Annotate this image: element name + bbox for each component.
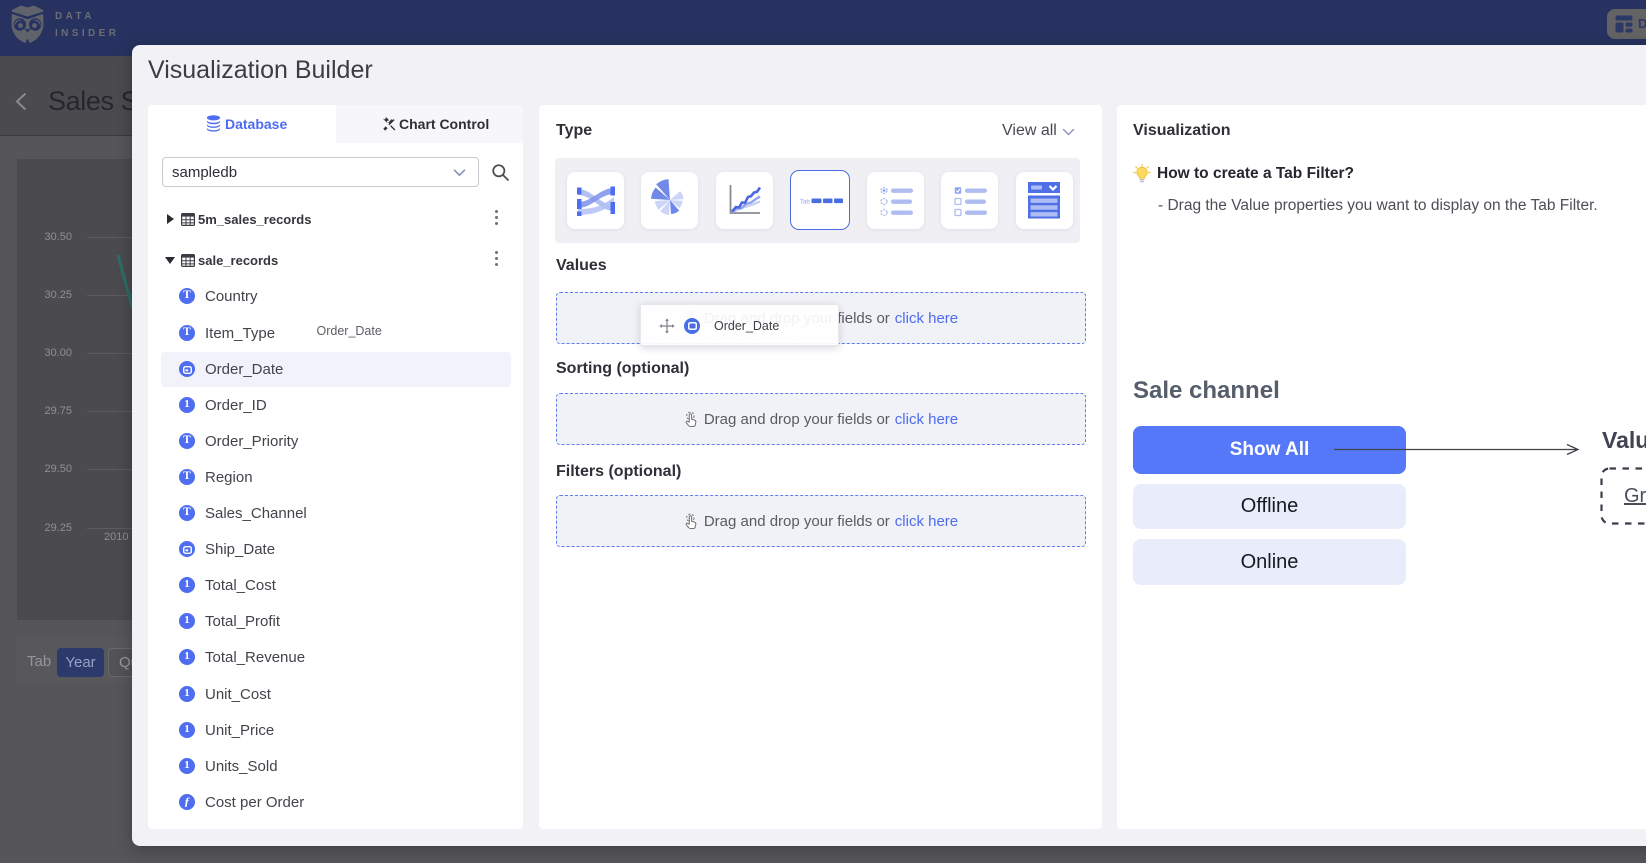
svg-text:Tab: Tab bbox=[800, 200, 810, 206]
